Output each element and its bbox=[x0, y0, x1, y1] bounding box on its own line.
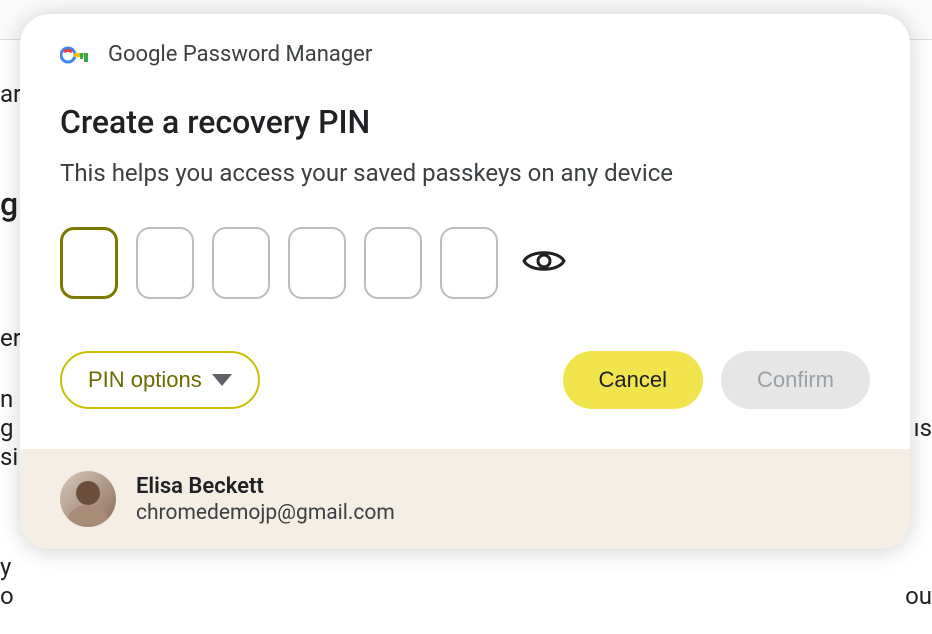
bg-text-fragment: y bbox=[0, 553, 11, 581]
cancel-button[interactable]: Cancel bbox=[563, 351, 703, 409]
dialog-body: Create a recovery PIN This helps you acc… bbox=[20, 67, 910, 449]
dialog-footer: Elisa Beckett chromedemojp@gmail.com bbox=[20, 449, 910, 549]
toggle-visibility-icon[interactable] bbox=[522, 246, 566, 280]
user-name: Elisa Beckett bbox=[136, 474, 395, 499]
avatar bbox=[60, 471, 116, 527]
dialog-header: Google Password Manager bbox=[20, 14, 910, 67]
bg-text-fragment: ou bbox=[905, 582, 932, 610]
chevron-down-icon bbox=[212, 374, 232, 386]
pin-options-button[interactable]: PIN options bbox=[60, 351, 260, 409]
pin-digit-4[interactable] bbox=[288, 227, 346, 299]
recovery-pin-dialog: Google Password Manager Create a recover… bbox=[20, 14, 910, 549]
dialog-subtitle: This helps you access your saved passkey… bbox=[60, 159, 870, 187]
user-info: Elisa Beckett chromedemojp@gmail.com bbox=[136, 474, 395, 525]
product-name: Google Password Manager bbox=[108, 42, 372, 67]
bg-text-fragment: g bbox=[0, 185, 18, 223]
bg-text-fragment: o bbox=[0, 582, 14, 610]
button-row: PIN options Cancel Confirm bbox=[60, 351, 870, 409]
pin-digit-5[interactable] bbox=[364, 227, 422, 299]
password-manager-icon bbox=[60, 43, 92, 67]
bg-text-fragment: si bbox=[0, 443, 18, 471]
bg-text-fragment: g bbox=[0, 414, 13, 442]
pin-input-row bbox=[60, 227, 870, 299]
bg-text-fragment: er bbox=[0, 324, 21, 352]
dialog-title: Create a recovery PIN bbox=[60, 103, 870, 141]
pin-digit-6[interactable] bbox=[440, 227, 498, 299]
pin-digit-3[interactable] bbox=[212, 227, 270, 299]
bg-text-fragment: ıs bbox=[914, 414, 932, 442]
user-email: chromedemojp@gmail.com bbox=[136, 501, 395, 525]
pin-options-label: PIN options bbox=[88, 367, 202, 393]
bg-text-fragment: ar bbox=[0, 80, 21, 108]
confirm-button[interactable]: Confirm bbox=[721, 351, 870, 409]
pin-digit-1[interactable] bbox=[60, 227, 118, 299]
pin-digit-2[interactable] bbox=[136, 227, 194, 299]
